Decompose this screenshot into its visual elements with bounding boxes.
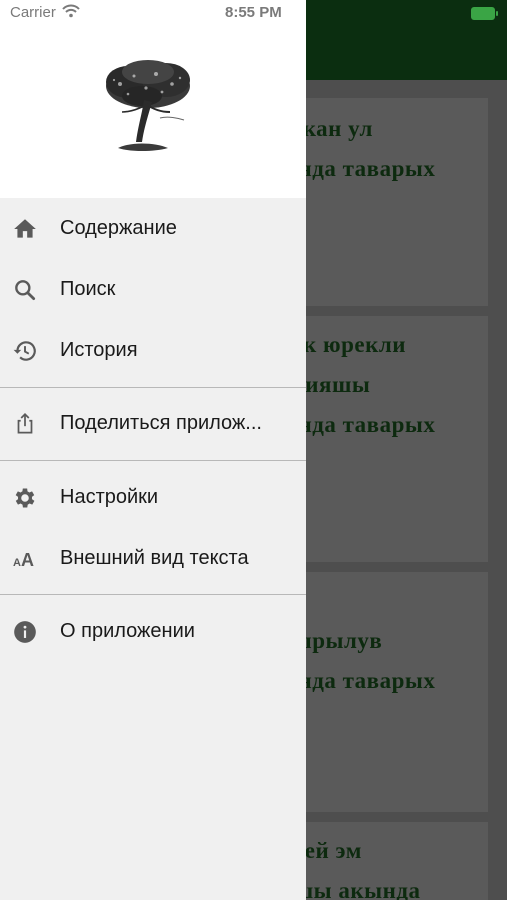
wifi-icon bbox=[62, 4, 80, 23]
menu-item-label: Содержание bbox=[60, 217, 177, 239]
svg-text:A: A bbox=[13, 557, 21, 569]
home-icon bbox=[12, 216, 38, 242]
status-bar: Carrier 8:55 PM bbox=[0, 0, 507, 26]
menu-item-label: Внешний вид текста bbox=[60, 547, 249, 569]
search-icon bbox=[12, 277, 38, 303]
menu-item-about[interactable]: О приложении bbox=[0, 601, 306, 661]
menu-item-search[interactable]: Поиск bbox=[0, 259, 306, 319]
battery-icon bbox=[471, 7, 498, 20]
menu-item-contents[interactable]: Содержание bbox=[0, 198, 306, 258]
tree-logo bbox=[106, 60, 190, 151]
drawer-header bbox=[0, 0, 306, 198]
menu-item-label: Настройки bbox=[60, 486, 159, 508]
menu-item-text-appearance[interactable]: AA Внешний вид текста bbox=[0, 528, 306, 588]
menu-item-label: Поделиться прилож... bbox=[60, 412, 262, 434]
history-icon bbox=[12, 338, 38, 364]
menu-item-label: История bbox=[60, 339, 138, 361]
clock-time: 8:55 PM bbox=[225, 4, 282, 21]
menu-item-label: О приложении bbox=[60, 620, 195, 642]
menu-item-history[interactable]: История bbox=[0, 320, 306, 380]
menu-item-label: Поиск bbox=[60, 278, 116, 300]
menu-item-settings[interactable]: Настройки bbox=[0, 467, 306, 527]
navigation-drawer: Содержание Поиск История Поделиться прил… bbox=[0, 0, 306, 900]
info-icon bbox=[12, 619, 38, 645]
menu-item-share[interactable]: Поделиться прилож... bbox=[0, 393, 306, 453]
menu-divider bbox=[0, 387, 306, 388]
menu-divider bbox=[0, 594, 306, 595]
svg-text:A: A bbox=[21, 550, 34, 570]
share-icon bbox=[12, 411, 38, 437]
menu-divider bbox=[0, 460, 306, 461]
text-appearance-icon: AA bbox=[12, 546, 38, 572]
carrier-label: Carrier bbox=[10, 4, 56, 21]
gear-icon bbox=[12, 485, 38, 511]
